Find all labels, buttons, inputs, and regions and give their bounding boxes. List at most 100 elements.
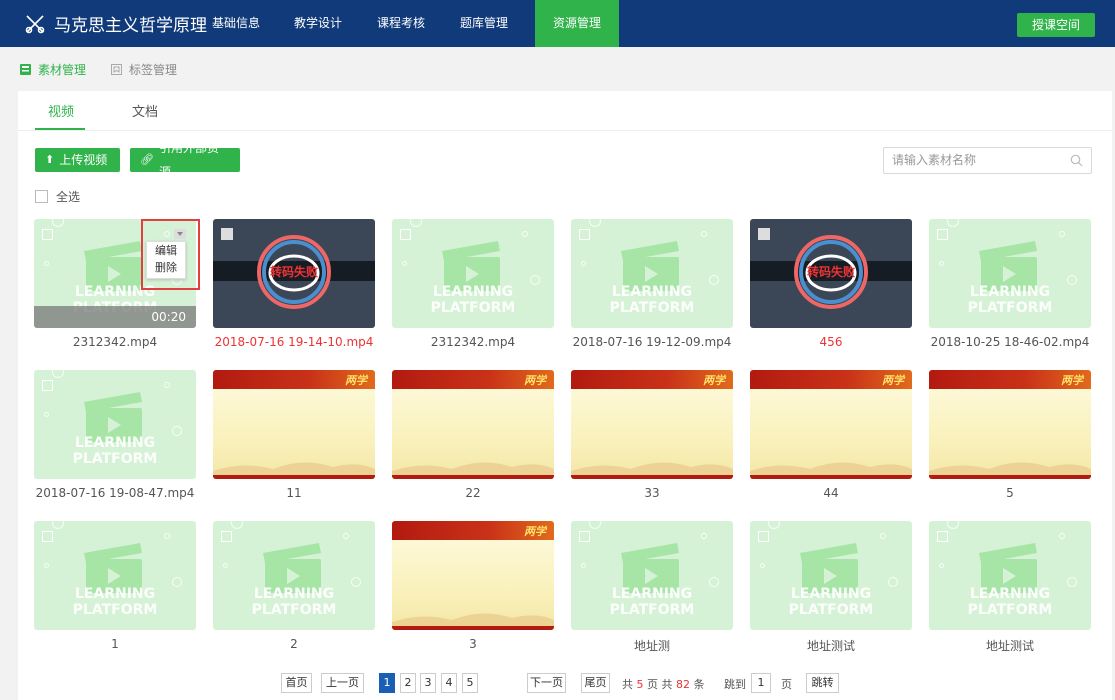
decor-bubble — [1059, 533, 1065, 539]
nav-teaching-design[interactable]: 教学设计 — [287, 0, 349, 47]
video-thumbnail[interactable]: LEARNING PLATFORM — [929, 521, 1091, 630]
doc-banner-text: 两学 — [524, 374, 546, 387]
document-thumbnail[interactable]: 两学 — [929, 370, 1091, 479]
subtab-tag-management[interactable]: 标签管理 — [110, 47, 177, 91]
decor-bubble — [581, 563, 586, 568]
card-checkbox[interactable] — [42, 531, 53, 542]
decor-bubble — [402, 261, 407, 266]
summary-prefix: 共 — [622, 678, 633, 691]
document-thumbnail[interactable]: 两学 — [750, 370, 912, 479]
card-checkbox[interactable] — [42, 380, 53, 391]
video-thumbnail[interactable]: LEARNING PLATFORM — [392, 219, 554, 328]
page-button-4[interactable]: 4 — [441, 673, 457, 693]
video-duration: 00:20 — [34, 306, 196, 328]
decor-bubble — [410, 219, 422, 227]
document-thumbnail[interactable]: 两学 — [392, 370, 554, 479]
material-card[interactable]: 转码失败 2018-07-16 19-14-10.mp4 — [213, 219, 375, 349]
top-nav-bar: 马克思主义哲学原理 基础信息 教学设计 课程考核 题库管理 资源管理 授课空间 — [0, 0, 1115, 47]
video-thumbnail[interactable]: LEARNING PLATFORM — [571, 521, 733, 630]
nav-resource-management[interactable]: 资源管理 — [535, 0, 619, 47]
material-card[interactable]: 两学 33 — [571, 370, 733, 500]
page-button-1[interactable]: 1 — [379, 673, 395, 693]
document-thumbnail[interactable]: 两学 — [571, 370, 733, 479]
video-thumbnail[interactable]: LEARNING PLATFORM — [213, 521, 375, 630]
nav-basic-info[interactable]: 基础信息 — [205, 0, 267, 47]
material-card[interactable]: LEARNING PLATFORM 1 — [34, 521, 196, 651]
jump-suffix: 页 — [781, 678, 792, 691]
card-checkbox[interactable] — [42, 229, 53, 240]
material-name: 3 — [469, 637, 477, 651]
card-checkbox[interactable] — [758, 228, 770, 240]
video-thumbnail[interactable]: LEARNING PLATFORM — [34, 370, 196, 479]
material-card[interactable]: 两学 44 — [750, 370, 912, 500]
hills-decoration — [750, 462, 912, 479]
card-checkbox[interactable] — [221, 531, 232, 542]
material-card[interactable]: 两学 5 — [929, 370, 1091, 500]
external-resource-button[interactable]: 🔗︎ 引用外部资源 — [130, 141, 240, 179]
subtab-label: 标签管理 — [129, 62, 178, 77]
material-card[interactable]: LEARNING PLATFORM 地址测试 — [929, 521, 1091, 653]
material-card[interactable]: LEARNING PLATFORM 2018-07-16 19-12-09.mp4 — [571, 219, 733, 349]
material-card[interactable]: LEARNING PLATFORM 2 — [213, 521, 375, 651]
material-card[interactable]: 转码失败 456 — [750, 219, 912, 349]
watermark-text: LEARNING PLATFORM — [609, 284, 695, 316]
document-thumbnail[interactable]: 两学 — [213, 370, 375, 479]
select-all[interactable]: 全选 — [35, 188, 80, 205]
failed-thumbnail[interactable]: 转码失败 — [213, 219, 375, 328]
last-page-button[interactable]: 尾页 — [581, 673, 610, 693]
search-icon[interactable] — [1070, 154, 1083, 167]
first-page-button[interactable]: 首页 — [281, 673, 312, 693]
material-card[interactable]: LEARNING PLATFORM 2018-07-16 19-08-47.mp4 — [34, 370, 196, 500]
upload-video-button[interactable]: ⬆ 上传视频 — [35, 148, 120, 172]
subtab-material-management[interactable]: 素材管理 — [19, 47, 86, 91]
material-card[interactable]: LEARNING PLATFORM 2312342.mp4 — [392, 219, 554, 349]
page-button-2[interactable]: 2 — [400, 673, 416, 693]
card-checkbox[interactable] — [937, 229, 948, 240]
nav-question-bank[interactable]: 题库管理 — [453, 0, 515, 47]
decor-bubble — [589, 521, 601, 529]
search-input[interactable]: 请输入素材名称 — [883, 147, 1092, 174]
material-card[interactable]: LEARNING PLATFORM 地址测 — [571, 521, 733, 653]
external-label: 引用外部资源 — [158, 141, 219, 179]
material-icon — [20, 63, 31, 75]
prev-page-button[interactable]: 上一页 — [321, 673, 364, 693]
document-thumbnail[interactable]: 两学 — [392, 521, 554, 630]
select-all-checkbox[interactable] — [35, 190, 48, 203]
page-button-3[interactable]: 3 — [420, 673, 436, 693]
failed-thumbnail[interactable]: 转码失败 — [750, 219, 912, 328]
video-thumbnail[interactable]: LEARNING PLATFORM — [929, 219, 1091, 328]
material-card[interactable]: LEARNING PLATFORM 地址测试 — [750, 521, 912, 653]
tab-video[interactable]: 视频 — [48, 101, 74, 120]
hills-decoration — [571, 462, 733, 479]
jump-page-input[interactable]: 1 — [751, 673, 771, 693]
jump-button[interactable]: 跳转 — [806, 673, 839, 693]
hills-decoration — [929, 462, 1091, 479]
decor-bubble — [581, 261, 586, 266]
material-card[interactable]: LEARNING PLATFORM 2018-10-25 18-46-02.mp4 — [929, 219, 1091, 349]
card-checkbox[interactable] — [400, 229, 411, 240]
decor-bubble — [939, 261, 944, 266]
video-thumbnail[interactable]: LEARNING PLATFORM — [750, 521, 912, 630]
card-checkbox[interactable] — [937, 531, 948, 542]
material-card[interactable]: 两学 11 — [213, 370, 375, 500]
tab-document[interactable]: 文档 — [132, 101, 158, 120]
next-page-button[interactable]: 下一页 — [527, 673, 566, 693]
nav-course-assessment[interactable]: 课程考核 — [370, 0, 432, 47]
page-button-5[interactable]: 5 — [462, 673, 478, 693]
card-checkbox[interactable] — [221, 228, 233, 240]
material-card[interactable]: 两学 22 — [392, 370, 554, 500]
card-checkbox[interactable] — [579, 531, 590, 542]
app-logo[interactable]: 马克思主义哲学原理 — [24, 0, 207, 47]
decor-bubble — [343, 533, 349, 539]
video-thumbnail[interactable]: LEARNING PLATFORM — [571, 219, 733, 328]
card-checkbox[interactable] — [758, 531, 769, 542]
material-card[interactable]: 两学 3 — [392, 521, 554, 651]
material-name: 2 — [290, 637, 298, 651]
decor-bubble — [760, 563, 765, 568]
decor-bubble — [589, 219, 601, 227]
card-checkbox[interactable] — [579, 229, 590, 240]
total-pages: 5 — [636, 678, 644, 691]
video-thumbnail[interactable]: LEARNING PLATFORM — [34, 521, 196, 630]
teaching-space-button[interactable]: 授课空间 — [1017, 13, 1095, 37]
decor-bubble — [768, 521, 780, 529]
